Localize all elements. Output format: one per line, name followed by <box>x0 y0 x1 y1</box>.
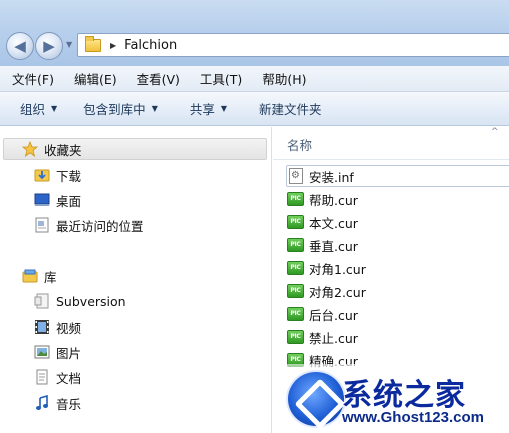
file-name: 对角2.cur <box>309 284 366 300</box>
include-in-library-label: 包含到库中 <box>83 102 146 117</box>
recent-pages-dropdown[interactable]: ▼ <box>66 40 72 49</box>
star-icon <box>21 140 39 157</box>
file-name: 安装.inf <box>309 169 354 185</box>
nav-item-label: 文档 <box>56 370 82 386</box>
back-button[interactable]: ◀ <box>6 32 34 60</box>
nav-item-subversion[interactable]: Subversion <box>34 290 126 312</box>
dropdown-arrow-icon: ▼ <box>151 104 158 113</box>
nav-item-downloads[interactable]: 下载 <box>34 164 81 186</box>
nav-favorites[interactable]: 收藏夹 <box>3 138 267 160</box>
cursor-file-icon: PIC <box>287 215 304 229</box>
music-note-icon <box>34 394 50 411</box>
command-bar: 组织 ▼ 包含到库中 ▼ 共享 ▼ 新建文件夹 <box>0 92 509 126</box>
nav-favorites-label: 收藏夹 <box>44 142 82 158</box>
cursor-file-icon: PIC <box>287 307 304 321</box>
nav-item-label: 图片 <box>56 345 82 361</box>
folder-icon <box>85 35 101 52</box>
new-folder-label: 新建文件夹 <box>259 102 322 117</box>
recent-places-icon <box>34 217 50 233</box>
forward-button[interactable]: ▶ <box>35 32 63 60</box>
nav-libraries-label: 库 <box>44 269 57 285</box>
nav-item-pictures[interactable]: 图片 <box>34 341 81 363</box>
nav-libraries[interactable]: 库 <box>22 265 57 287</box>
nav-item-label: 视频 <box>56 320 82 336</box>
nav-item-label: 下载 <box>56 168 82 184</box>
file-item[interactable]: PIC 禁止.cur <box>287 327 358 347</box>
menu-tools[interactable]: 工具(T) <box>188 69 250 88</box>
nav-item-music[interactable]: 音乐 <box>34 392 81 414</box>
nav-item-documents[interactable]: 文档 <box>34 366 81 388</box>
address-bar-area: ◀ ▶ ▼ ▶ Falchion <box>0 0 509 66</box>
share-label: 共享 <box>189 102 215 117</box>
watermark-title: 系统之家 <box>342 378 466 413</box>
cursor-file-icon: PIC <box>287 238 304 252</box>
nav-item-label: 最近访问的位置 <box>56 218 144 234</box>
include-in-library-button[interactable]: 包含到库中 ▼ <box>83 99 158 118</box>
nav-item-desktop[interactable]: 桌面 <box>34 189 81 211</box>
file-item[interactable]: PIC 对角1.cur <box>287 258 366 278</box>
nav-item-label: 桌面 <box>56 193 82 209</box>
video-icon <box>34 319 50 335</box>
watermark-url: www.Ghost123.com <box>342 409 484 426</box>
dropdown-arrow-icon: ▼ <box>51 104 58 113</box>
pictures-icon <box>34 344 50 360</box>
file-item[interactable]: 安装.inf <box>286 165 509 187</box>
organize-button[interactable]: 组织 ▼ <box>20 99 57 118</box>
file-item[interactable]: PIC 对角2.cur <box>287 281 366 301</box>
file-name: 帮助.cur <box>309 192 358 208</box>
nav-item-videos[interactable]: 视频 <box>34 316 81 338</box>
nav-item-label: 音乐 <box>56 396 82 412</box>
column-header-name[interactable]: 名称 <box>287 135 312 154</box>
breadcrumb-chevron-icon[interactable]: ▶ <box>110 41 116 50</box>
arrow-right-icon: ▶ <box>43 37 55 55</box>
subversion-library-icon <box>34 293 50 309</box>
address-bar[interactable]: ▶ Falchion <box>77 33 509 57</box>
menu-bar: 文件(F) 编辑(E) 查看(V) 工具(T) 帮助(H) <box>0 66 509 92</box>
new-folder-button[interactable]: 新建文件夹 <box>259 99 322 118</box>
cursor-file-icon: PIC <box>287 330 304 344</box>
file-name: 禁止.cur <box>309 330 358 346</box>
library-icon <box>22 268 38 284</box>
file-item[interactable]: PIC 后台.cur <box>287 304 358 324</box>
watermark: 系统之家 www.Ghost123.com <box>274 364 509 433</box>
file-name: 垂直.cur <box>309 238 358 254</box>
file-item[interactable]: PIC 垂直.cur <box>287 235 358 255</box>
inf-file-icon <box>289 168 303 184</box>
sort-caret-icon: ^ <box>491 127 499 137</box>
cursor-file-icon: PIC <box>287 192 304 206</box>
file-item[interactable]: PIC 本文.cur <box>287 212 358 232</box>
nav-item-label: Subversion <box>56 293 126 309</box>
file-name: 后台.cur <box>309 307 358 323</box>
menu-edit[interactable]: 编辑(E) <box>62 69 125 88</box>
file-name: 对角1.cur <box>309 261 366 277</box>
cursor-file-icon: PIC <box>287 284 304 298</box>
menu-help[interactable]: 帮助(H) <box>250 69 314 88</box>
file-name: 本文.cur <box>309 215 358 231</box>
cursor-file-icon: PIC <box>287 261 304 275</box>
nav-item-recent-places[interactable]: 最近访问的位置 <box>34 214 144 236</box>
navigation-pane: 收藏夹 下载 桌面 最近访问的位置 库 Subversion 视频 图片 文档 … <box>0 127 272 433</box>
pane-divider[interactable] <box>271 127 272 433</box>
document-icon <box>34 369 50 385</box>
breadcrumb-falchion[interactable]: Falchion <box>124 38 177 53</box>
dropdown-arrow-icon: ▼ <box>220 104 228 113</box>
menu-file[interactable]: 文件(F) <box>0 69 62 88</box>
column-header-divider <box>273 159 509 160</box>
arrow-left-icon: ◀ <box>14 37 26 55</box>
downloads-folder-icon <box>34 167 50 183</box>
organize-label: 组织 <box>20 102 46 117</box>
share-button[interactable]: 共享 ▼ <box>190 99 227 118</box>
desktop-icon <box>34 192 50 208</box>
watermark-logo-icon <box>286 370 346 428</box>
file-item[interactable]: PIC 帮助.cur <box>287 189 358 209</box>
menu-view[interactable]: 查看(V) <box>125 69 188 88</box>
